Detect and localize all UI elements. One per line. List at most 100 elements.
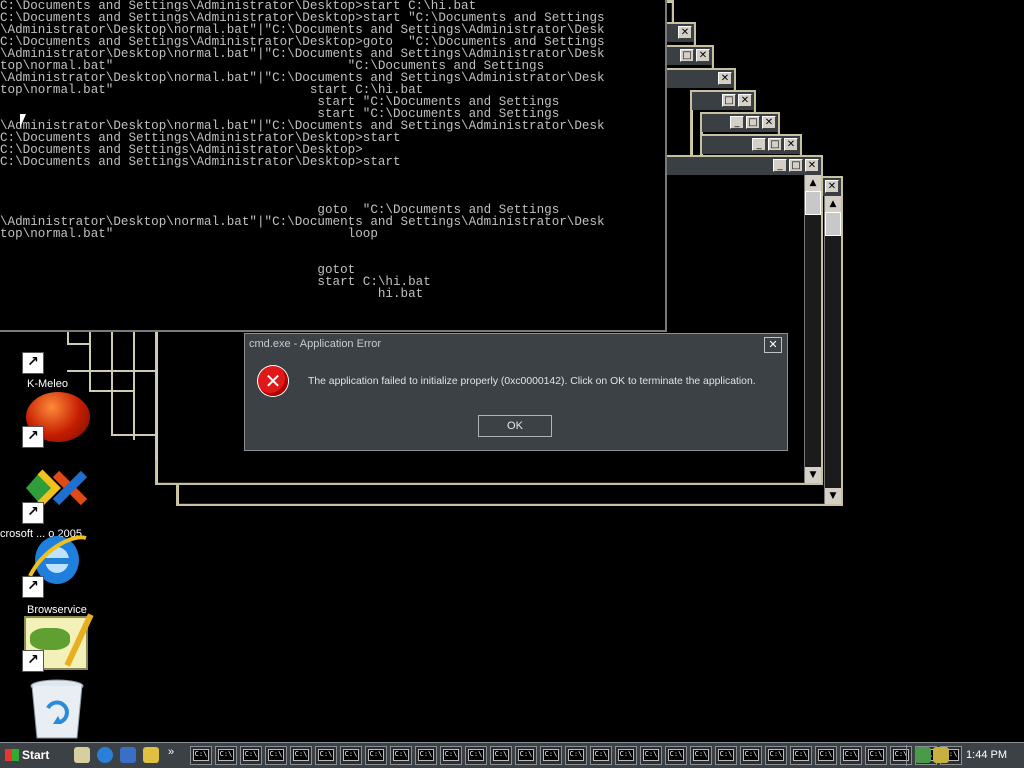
desktop-icon-label: K-Meleo xyxy=(27,378,68,390)
taskbar-cmd-button[interactable]: C:\ xyxy=(465,746,487,765)
maximize-button[interactable]: □ xyxy=(789,159,803,172)
scroll-thumb[interactable] xyxy=(805,191,821,215)
minimize-button[interactable]: _ xyxy=(773,159,787,172)
taskbar-cmd-button[interactable]: C:\ xyxy=(440,746,462,765)
cmd-icon: C:\ xyxy=(718,749,734,761)
scroll-down-arrow-icon[interactable]: ▼ xyxy=(805,467,821,483)
taskbar-cmd-button[interactable]: C:\ xyxy=(290,746,312,765)
taskbar-cmd-button[interactable]: C:\ xyxy=(415,746,437,765)
close-button[interactable]: ✕ xyxy=(718,72,732,85)
taskbar-cmd-button[interactable]: C:\ xyxy=(365,746,387,765)
cmd-icon: C:\ xyxy=(468,749,484,761)
taskbar-cmd-button[interactable]: C:\ xyxy=(540,746,562,765)
taskbar-cmd-button[interactable]: C:\ xyxy=(265,746,287,765)
cmd-icon: C:\ xyxy=(793,749,809,761)
maximize-button[interactable]: □ xyxy=(680,49,694,62)
window-titlebar[interactable]: _ □ ✕ xyxy=(702,114,778,132)
shortcut-arrow-icon: ↗ xyxy=(22,576,44,598)
taskbar-cmd-button[interactable]: C:\ xyxy=(815,746,837,765)
quick-launch-chevron-icon[interactable]: » xyxy=(168,746,174,758)
close-button[interactable]: ✕ xyxy=(696,49,710,62)
cmd-icon: C:\ xyxy=(443,749,459,761)
cmd-icon: C:\ xyxy=(693,749,709,761)
cmd-icon: C:\ xyxy=(368,749,384,761)
cmd-icon: C:\ xyxy=(543,749,559,761)
taskbar-cmd-button[interactable]: C:\ xyxy=(490,746,512,765)
windows-logo-icon xyxy=(5,749,19,761)
close-button[interactable]: ✕ xyxy=(738,94,752,107)
maximize-button[interactable]: □ xyxy=(768,138,782,151)
cmd-icon: C:\ xyxy=(393,749,409,761)
desktop-icon-recycle-bin[interactable] xyxy=(10,678,90,742)
application-error-dialog[interactable]: cmd.exe - Application Error ✕ ✕ The appl… xyxy=(244,333,788,451)
close-button[interactable]: ✕ xyxy=(825,180,839,193)
scroll-thumb[interactable] xyxy=(825,212,841,236)
cmd-icon: C:\ xyxy=(243,749,259,761)
cmd-icon: C:\ xyxy=(518,749,534,761)
console-output[interactable]: C:\Documents and Settings\Administrator\… xyxy=(0,0,667,332)
taskbar-cmd-button[interactable]: C:\ xyxy=(190,746,212,765)
window-titlebar[interactable]: _ □ ✕ xyxy=(647,157,821,175)
vertical-scrollbar[interactable]: ▲ ▼ xyxy=(824,196,841,504)
desktop-icon-notepad[interactable]: ↗ xyxy=(10,612,94,674)
taskbar-cmd-button[interactable]: C:\ xyxy=(715,746,737,765)
close-button[interactable]: ✕ xyxy=(784,138,798,151)
taskbar-cmd-button[interactable]: C:\ xyxy=(515,746,537,765)
desktop-icon-browservice[interactable]: ↗ Browservice xyxy=(10,528,90,618)
taskbar-cmd-button[interactable]: C:\ xyxy=(590,746,612,765)
taskbar-cmd-button[interactable]: C:\ xyxy=(390,746,412,765)
taskbar-cmd-button[interactable]: C:\ xyxy=(665,746,687,765)
taskbar-cmd-button[interactable]: C:\ xyxy=(765,746,787,765)
window-titlebar[interactable]: □ ✕ xyxy=(692,92,754,110)
close-button[interactable]: ✕ xyxy=(678,26,692,39)
start-button[interactable]: Start xyxy=(2,745,58,765)
maximize-button[interactable]: □ xyxy=(722,94,736,107)
dialog-close-button[interactable]: ✕ xyxy=(764,337,782,353)
taskbar-cmd-button[interactable]: C:\ xyxy=(790,746,812,765)
desktop-icon-k-meleo[interactable]: ↗ K-Meleo xyxy=(10,352,90,392)
taskbar-cmd-button[interactable]: C:\ xyxy=(740,746,762,765)
scroll-down-arrow-icon[interactable]: ▼ xyxy=(825,488,841,504)
tray-network-icon[interactable] xyxy=(915,747,931,763)
minimize-button[interactable]: _ xyxy=(730,116,744,129)
mouse-cursor-icon xyxy=(20,114,26,128)
taskbar-cmd-button[interactable]: C:\ xyxy=(240,746,262,765)
task-list: C:\ C:\ C:\ C:\ C:\ C:\ C:\ C:\ C:\ C:\ C:\ C:\ C:\ C… xyxy=(190,746,962,765)
desktop-icon-red-ball[interactable]: ↗ xyxy=(10,392,90,448)
maximize-button[interactable]: □ xyxy=(746,116,760,129)
window-titlebar[interactable]: ✕ xyxy=(662,70,734,88)
tray-clock: 1:44 PM xyxy=(966,749,1007,761)
scroll-up-arrow-icon[interactable]: ▲ xyxy=(825,196,841,212)
taskbar-cmd-button[interactable]: C:\ xyxy=(315,746,337,765)
cmd-icon: C:\ xyxy=(593,749,609,761)
close-button[interactable]: ✕ xyxy=(762,116,776,129)
scroll-up-arrow-icon[interactable]: ▲ xyxy=(805,175,821,191)
quick-launch-desktop-icon[interactable] xyxy=(74,747,90,763)
frame-edge xyxy=(89,390,133,392)
cmd-icon: C:\ xyxy=(618,749,634,761)
taskbar-cmd-button[interactable]: C:\ xyxy=(215,746,237,765)
cmd-icon: C:\ xyxy=(768,749,784,761)
taskbar-cmd-button[interactable]: C:\ xyxy=(640,746,662,765)
taskbar-cmd-button[interactable]: C:\ xyxy=(340,746,362,765)
taskbar-cmd-button[interactable]: C:\ xyxy=(840,746,862,765)
quick-launch-messenger-icon[interactable] xyxy=(143,747,159,763)
window-titlebar[interactable]: _ □ ✕ xyxy=(702,136,800,154)
quick-launch-outlook-icon[interactable] xyxy=(120,747,136,763)
taskbar-cmd-button[interactable]: C:\ xyxy=(690,746,712,765)
quick-launch-ie-icon[interactable] xyxy=(97,747,113,763)
minimize-button[interactable]: _ xyxy=(752,138,766,151)
vertical-scrollbar[interactable]: ▲ ▼ xyxy=(804,175,821,483)
cmd-icon: C:\ xyxy=(743,749,759,761)
ok-button[interactable]: OK xyxy=(478,415,552,437)
cmd-icon: C:\ xyxy=(668,749,684,761)
taskbar-cmd-button[interactable]: C:\ xyxy=(865,746,887,765)
system-tray: 1:44 PM xyxy=(906,745,1023,766)
taskbar-cmd-button[interactable]: C:\ xyxy=(565,746,587,765)
taskbar-cmd-button[interactable]: C:\ xyxy=(615,746,637,765)
tray-volume-icon[interactable] xyxy=(933,747,949,763)
close-button[interactable]: ✕ xyxy=(805,159,819,172)
